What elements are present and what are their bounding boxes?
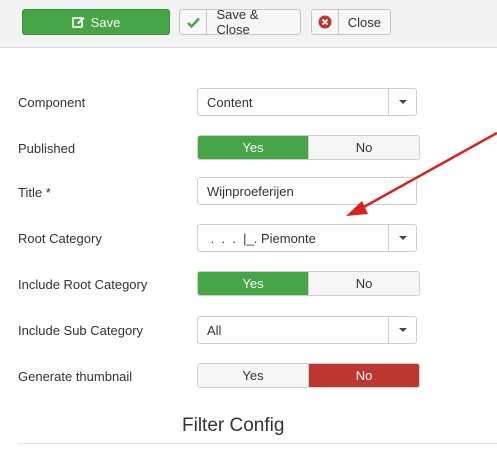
component-label: Component <box>18 95 86 110</box>
check-icon <box>180 10 208 34</box>
include-root-category-label: Include Root Category <box>18 277 148 292</box>
save-button[interactable]: Save <box>22 9 170 35</box>
generate-thumbnail-label: Generate thumbnail <box>18 369 133 384</box>
caret-down-icon[interactable] <box>388 225 416 251</box>
generate-thumbnail-toggle: Yes No <box>197 363 420 388</box>
close-label: Close <box>347 14 381 30</box>
include-root-category-toggle: Yes No <box>197 271 420 296</box>
caret-down-icon[interactable] <box>388 317 416 343</box>
component-value: Content <box>207 94 253 110</box>
include-root-yes-option[interactable]: Yes <box>198 272 308 295</box>
title-input[interactable]: Wijnproeferijen <box>197 177 417 205</box>
save-close-label: Save & Close <box>216 7 259 37</box>
include-sub-category-select[interactable]: All <box>197 316 417 344</box>
title-value: Wijnproeferijen <box>207 183 294 199</box>
toolbar: Save Save & Close Close <box>0 0 497 48</box>
include-sub-category-label: Include Sub Category <box>18 323 144 338</box>
published-no-option[interactable]: No <box>308 136 419 159</box>
save-button-label: Save <box>90 14 121 30</box>
close-circle-icon <box>312 10 339 34</box>
save-close-button[interactable]: Save & Close <box>179 7 301 37</box>
generate-thumbnail-yes-option[interactable]: Yes <box>198 364 308 387</box>
generate-thumbnail-no-option[interactable]: No <box>308 364 419 387</box>
title-label: Title * <box>18 185 51 200</box>
root-category-select[interactable]: . . . |_. Piemonte <box>197 224 417 252</box>
component-select[interactable]: Content <box>197 88 417 116</box>
root-category-label: Root Category <box>18 231 102 246</box>
published-toggle: Yes No <box>197 135 420 160</box>
root-category-value: . . . |_. Piemonte <box>207 230 316 246</box>
include-sub-category-value: All <box>207 322 222 338</box>
published-yes-option[interactable]: Yes <box>198 136 308 159</box>
section-divider <box>18 443 497 444</box>
caret-down-icon[interactable] <box>388 89 416 115</box>
include-root-no-option[interactable]: No <box>308 272 419 295</box>
published-label: Published <box>18 141 76 156</box>
close-button[interactable]: Close <box>311 9 391 35</box>
edit-icon <box>71 16 85 29</box>
section-title: Filter Config <box>182 415 285 436</box>
